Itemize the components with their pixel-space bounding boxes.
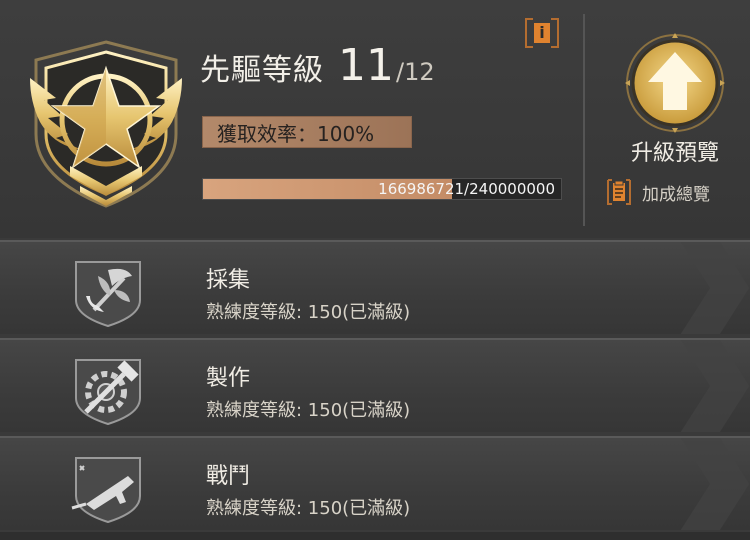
bottom-edge xyxy=(0,532,750,540)
max-level: /12 xyxy=(396,58,435,86)
leaf-sickle-icon xyxy=(75,261,141,328)
chevron-right-icon xyxy=(680,340,750,432)
clipboard-icon xyxy=(607,179,631,205)
skill-name: 採集 xyxy=(206,268,251,293)
xp-progress-bar: 166986721/240000000 xyxy=(202,178,562,200)
divider xyxy=(583,14,585,226)
skill-name: 戰鬥 xyxy=(206,464,251,489)
bonus-overview-label: 加成總覽 xyxy=(642,184,710,205)
skill-row-combat[interactable]: 戰鬥 熟練度等級: 150(已滿級) xyxy=(0,436,750,530)
chevron-right-icon xyxy=(680,242,750,334)
gear-hammer-icon xyxy=(75,359,141,426)
efficiency-text: 獲取效率：100% xyxy=(217,121,375,146)
current-level: 11 xyxy=(338,40,394,91)
upgrade-preview-label[interactable]: 升級預覽 xyxy=(600,135,750,167)
skill-row-crafting[interactable]: 製作 熟練度等級: 150(已滿級) xyxy=(0,338,750,432)
level-title: 先驅等級 xyxy=(200,53,324,88)
rank-star-emblem-icon xyxy=(30,40,182,208)
pioneer-level-panel: 先驅等級 11 /12 i 獲取效率：100% 166986721/240000… xyxy=(0,0,750,238)
skill-proficiency: 熟練度等級: 150(已滿級) xyxy=(206,400,411,421)
info-button[interactable]: i xyxy=(525,18,559,48)
skill-row-gathering[interactable]: 採集 熟練度等級: 150(已滿級) xyxy=(0,240,750,334)
skill-proficiency: 熟練度等級: 150(已滿級) xyxy=(206,498,411,519)
chevron-right-icon xyxy=(680,438,750,530)
skill-name: 製作 xyxy=(206,366,251,391)
submachine-gun-icon xyxy=(71,457,141,524)
info-icon: i xyxy=(534,23,550,43)
xp-progress-text: 166986721/240000000 xyxy=(378,180,555,198)
upgrade-preview-button[interactable] xyxy=(624,32,726,134)
efficiency-badge: 獲取效率：100% xyxy=(202,116,412,148)
skill-proficiency: 熟練度等級: 150(已滿級) xyxy=(206,302,411,323)
level-title-row: 先驅等級 11 /12 xyxy=(200,44,435,89)
bonus-overview-button[interactable]: 加成總覽 xyxy=(606,178,710,206)
